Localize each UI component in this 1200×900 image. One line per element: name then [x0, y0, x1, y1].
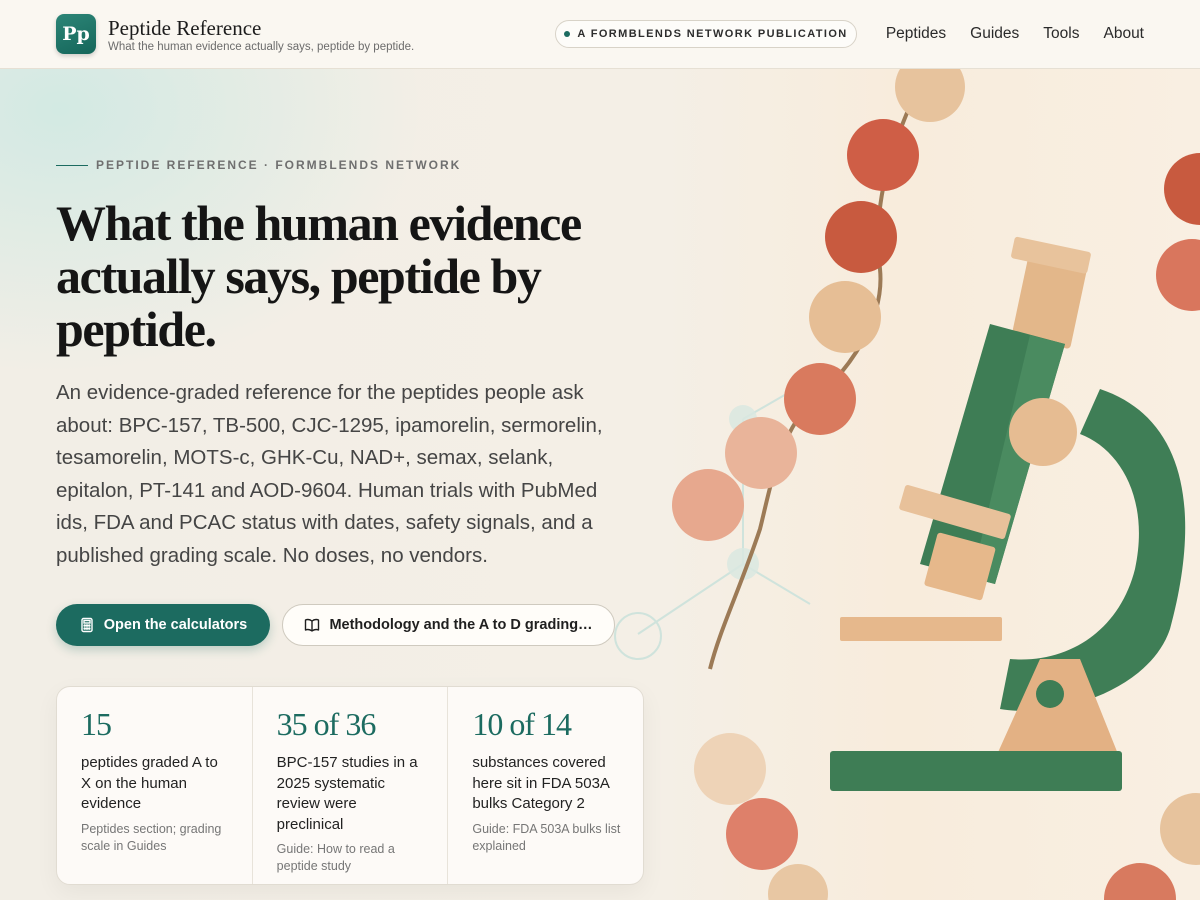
stat-card: 35 of 36 BPC-157 studies in a 2025 syste…	[253, 687, 449, 884]
hero-title: What the human evidence actually says, p…	[56, 195, 582, 357]
open-calculators-label: Open the calculators	[103, 617, 248, 633]
nav-guides[interactable]: Guides	[970, 25, 1019, 43]
site-title[interactable]: Peptide Reference	[108, 16, 261, 41]
hero-eyebrow-text: PEPTIDE REFERENCE · FORMBLENDS NETWORK	[96, 158, 462, 172]
calculator-icon	[79, 617, 95, 633]
site-header: Pp Peptide Reference What the human evid…	[0, 0, 1200, 69]
book-icon	[304, 617, 320, 633]
microscope-illustration	[600, 69, 1200, 900]
nav-tools[interactable]: Tools	[1043, 25, 1079, 43]
stat-value: 35 of 36	[276, 706, 377, 742]
stat-value: 10 of 14	[472, 706, 572, 742]
hero-eyebrow: PEPTIDE REFERENCE · FORMBLENDS NETWORK	[56, 158, 461, 172]
stat-label: substances covered here sit in FDA 503A …	[472, 754, 610, 812]
stat-label: BPC-157 studies in a 2025 systematic rev…	[276, 754, 418, 833]
logo[interactable]: Pp	[56, 14, 96, 54]
dot-icon	[564, 31, 571, 37]
stat-card: 10 of 14 substances covered here sit in …	[448, 687, 643, 884]
stat-card: 15 peptides graded A to X on the human e…	[57, 687, 253, 884]
stat-source: Guide: How to read a peptide study	[276, 842, 395, 873]
eyebrow-rule	[56, 164, 88, 166]
hero-description: An evidence-graded reference for the pep…	[56, 381, 603, 567]
methodology-button[interactable]: Methodology and the A to D grading…	[282, 604, 615, 646]
stat-label: peptides graded A to X on the human evid…	[81, 754, 218, 812]
microscope-icon	[830, 236, 1186, 791]
nav-peptides[interactable]: Peptides	[886, 25, 946, 43]
network-badge-label: A FORMBLENDS NETWORK PUBLICATION	[577, 28, 848, 40]
site-tagline: What the human evidence actually says, p…	[108, 41, 415, 53]
network-badge: A FORMBLENDS NETWORK PUBLICATION	[555, 20, 857, 48]
stat-source: Guide: FDA 503A bulks list explained	[472, 821, 621, 853]
nav-about[interactable]: About	[1103, 25, 1144, 43]
open-calculators-button[interactable]: Open the calculators	[56, 604, 270, 646]
stat-value: 15	[81, 706, 112, 742]
stat-source: Peptides section; grading scale in Guide…	[81, 821, 222, 853]
methodology-label: Methodology and the A to D grading…	[329, 617, 593, 633]
main-nav: Peptides Guides Tools About	[886, 0, 1144, 68]
stats-panel: 15 peptides graded A to X on the human e…	[56, 686, 644, 885]
